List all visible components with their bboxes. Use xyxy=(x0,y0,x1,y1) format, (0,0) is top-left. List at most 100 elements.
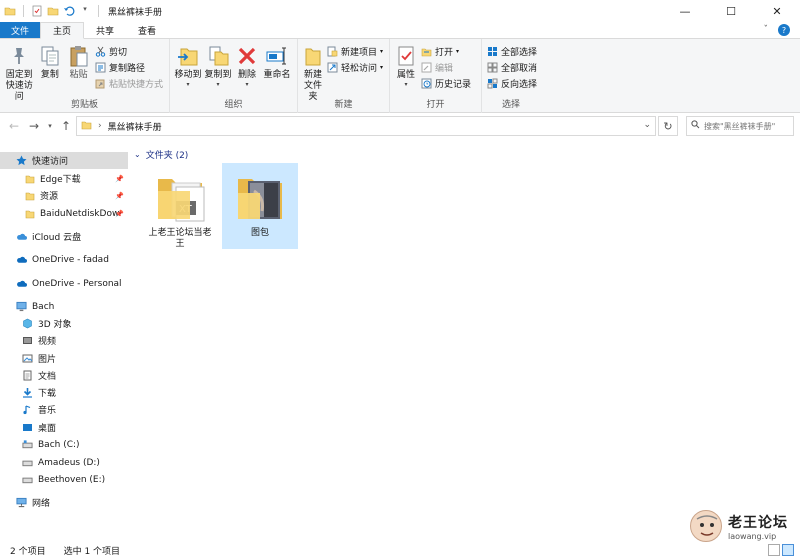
collapse-chevron-icon[interactable]: ⌄ xyxy=(134,150,141,159)
edit-button[interactable]: 编辑 xyxy=(421,60,474,75)
tab-share[interactable]: 共享 xyxy=(84,22,126,38)
breadcrumb-current[interactable]: 黑丝裤袜手册 xyxy=(108,120,162,133)
video-icon xyxy=(22,335,33,346)
new-folder-icon xyxy=(301,44,325,68)
up-arrow-icon[interactable]: ↑ xyxy=(56,116,76,136)
paste-shortcut-label: 粘贴快捷方式 xyxy=(108,80,163,90)
copy-path-button[interactable]: 复制路径 xyxy=(95,60,166,75)
refresh-icon[interactable]: ↻ xyxy=(658,116,678,136)
search-input[interactable] xyxy=(704,121,792,131)
dropdown-arrow-icon: ▾ xyxy=(380,48,384,55)
cut-button[interactable]: 剪切 xyxy=(95,44,166,59)
nav-pc-item[interactable]: Beethoven (E:) xyxy=(0,471,128,488)
address-bar[interactable]: › 黑丝裤袜手册 ⌄ xyxy=(76,116,656,136)
nav-onedrive-fadad[interactable]: OneDrive - fadad xyxy=(0,251,128,268)
move-to-icon xyxy=(176,44,200,68)
maximize-button[interactable]: ☐ xyxy=(708,0,754,22)
nav-pinned-item[interactable]: BaiduNetdiskDowr 📌 xyxy=(0,205,128,222)
collapse-ribbon-icon[interactable]: ˇ xyxy=(764,25,769,35)
back-arrow-icon[interactable]: ← xyxy=(4,116,24,136)
nav-pc-item-label: 桌面 xyxy=(38,424,57,434)
nav-pc-item-label: Beethoven (E:) xyxy=(38,474,106,485)
selection-count: 选中 1 个项目 xyxy=(63,546,121,557)
breadcrumb-chevron-icon[interactable]: › xyxy=(98,121,102,131)
folder-item[interactable]: 图包 xyxy=(222,163,298,249)
file-list: ⌄ 文件夹 (2) XT 上老王论坛当老王 xyxy=(128,143,800,540)
address-dropdown-chevron-icon[interactable]: ⌄ xyxy=(643,120,651,130)
nav-pc-item-label: Amadeus (D:) xyxy=(38,457,100,468)
folder-icon xyxy=(24,190,35,201)
folder-icon xyxy=(24,173,35,184)
nav-pc-item[interactable]: 下载 xyxy=(0,384,128,401)
organize-group-label: 组织 xyxy=(224,100,243,110)
properties-qa-icon[interactable] xyxy=(31,5,43,17)
customize-qa-dropdown-icon[interactable]: ▾ xyxy=(79,5,91,17)
select-group: 全部选择 全部取消 反向选择 选择 xyxy=(482,39,540,113)
nav-pc-item[interactable]: Amadeus (D:) xyxy=(0,454,128,471)
close-button[interactable]: ✕ xyxy=(754,0,800,22)
rename-icon xyxy=(265,44,289,68)
title-bar: ▾ 黑丝裤袜手册 — ☐ ✕ xyxy=(0,0,800,22)
help-icon[interactable]: ? xyxy=(778,24,790,36)
paste-shortcut-button[interactable]: 粘贴快捷方式 xyxy=(95,76,166,91)
nav-onedrive-personal-label: OneDrive - Personal xyxy=(32,278,122,289)
nav-icloud[interactable]: iCloud 云盘 xyxy=(0,228,128,245)
invert-selection-button[interactable]: 反向选择 xyxy=(487,76,540,91)
search-icon xyxy=(691,120,700,132)
folder-item[interactable]: XT 上老王论坛当老王 xyxy=(142,163,218,249)
paste-icon xyxy=(67,44,91,68)
group-header-label: 文件夹 (2) xyxy=(145,151,189,161)
clipboard-group: 固定到 快速访问 复制 粘贴 剪切 复制路径 粘贴快捷方式 剪贴板 xyxy=(0,39,170,113)
properties-label: 属性 xyxy=(396,70,415,80)
tab-home[interactable]: 主页 xyxy=(40,22,85,39)
select-none-button[interactable]: 全部取消 xyxy=(487,60,540,75)
nav-pc-item[interactable]: 桌面 xyxy=(0,419,128,436)
drive-icon xyxy=(22,457,33,468)
watermark-logo xyxy=(690,510,722,542)
history-button[interactable]: 历史记录 xyxy=(421,76,474,91)
nav-pc-item[interactable]: 视频 xyxy=(0,332,128,349)
tab-file[interactable]: 文件 xyxy=(0,22,41,38)
paste-label: 粘贴 xyxy=(69,70,88,80)
onedrive-cloud-icon xyxy=(16,278,27,289)
copy-icon xyxy=(38,44,62,68)
select-all-button[interactable]: 全部选择 xyxy=(487,44,540,59)
select-none-icon xyxy=(487,62,498,73)
nav-onedrive-personal[interactable]: OneDrive - Personal xyxy=(0,275,128,292)
nav-pc-item[interactable]: Bach (C:) xyxy=(0,436,128,453)
nav-pc-item[interactable]: 文档 xyxy=(0,367,128,384)
minimize-button[interactable]: — xyxy=(662,0,708,22)
open-button[interactable]: 打开 ▾ xyxy=(421,44,474,59)
nav-pc-item[interactable]: 图片 xyxy=(0,350,128,367)
select-none-label: 全部取消 xyxy=(501,64,538,74)
nav-this-pc[interactable]: Bach xyxy=(0,298,128,315)
nav-pc-item[interactable]: 3D 对象 xyxy=(0,315,128,332)
new-item-button[interactable]: 新建项目 ▾ xyxy=(327,44,386,59)
folder-item-name: 图包 xyxy=(250,228,269,238)
large-icons-view-icon[interactable] xyxy=(782,544,794,556)
easy-access-button[interactable]: 轻松访问 ▾ xyxy=(327,60,386,75)
pictures-icon xyxy=(22,353,33,364)
nav-pinned-item[interactable]: Edge下载 📌 xyxy=(0,170,128,187)
group-header[interactable]: ⌄ 文件夹 (2) xyxy=(134,148,188,161)
forward-arrow-icon[interactable]: → xyxy=(24,116,44,136)
details-view-icon[interactable] xyxy=(768,544,780,556)
nav-network[interactable]: 网络 xyxy=(0,494,128,511)
drive-icon xyxy=(22,474,33,485)
paste-shortcut-icon xyxy=(95,78,106,89)
folder-item-name: 上老王论坛当老王 xyxy=(148,228,212,249)
nav-pc-item[interactable]: 音乐 xyxy=(0,401,128,418)
tab-view[interactable]: 查看 xyxy=(126,22,168,38)
undo-icon[interactable] xyxy=(63,5,75,17)
documents-icon xyxy=(22,370,33,381)
invert-selection-icon xyxy=(487,78,498,89)
recent-locations-chevron-icon[interactable]: ▾ xyxy=(44,116,56,136)
nav-pc-item-label: 3D 对象 xyxy=(38,320,72,330)
select-all-label: 全部选择 xyxy=(501,48,538,58)
folder-icon xyxy=(4,5,16,17)
nav-quick-access[interactable]: 快速访问 xyxy=(0,152,128,169)
search-box[interactable] xyxy=(686,116,794,136)
nav-pinned-item[interactable]: 资源 📌 xyxy=(0,187,128,204)
organize-group: 移动到 ▾ 复制到 ▾ 删除 ▾ 重命名 组织 xyxy=(170,39,298,113)
new-folder-qa-icon[interactable] xyxy=(47,5,59,17)
